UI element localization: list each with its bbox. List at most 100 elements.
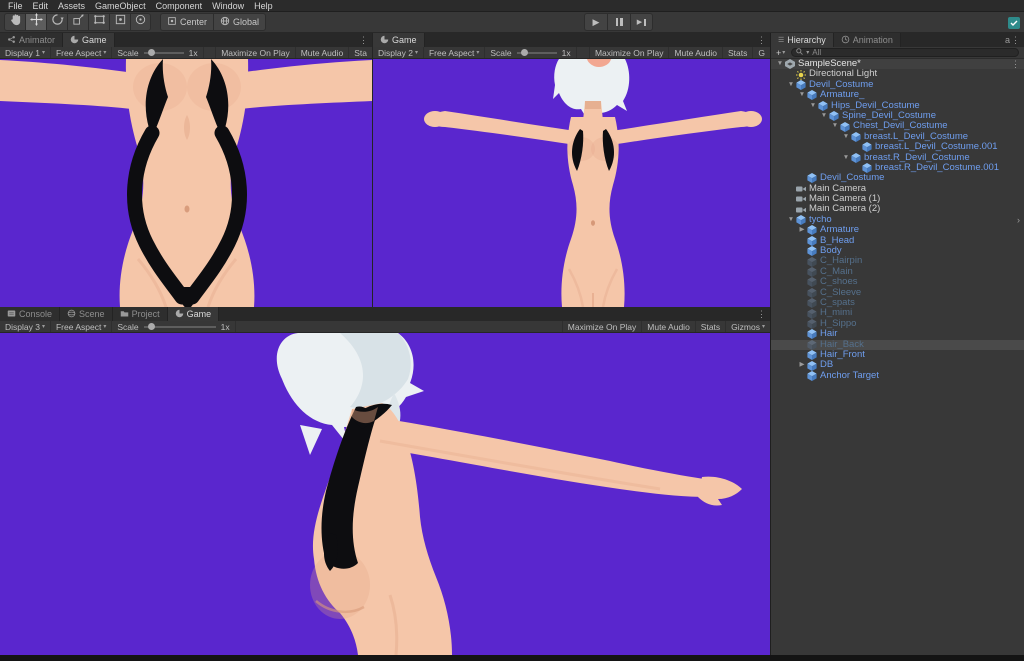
camera-icon: [796, 205, 806, 215]
mute-audio-button-1[interactable]: Mute Audio: [294, 47, 349, 58]
hierarchy-row-c-spats[interactable]: C_spats: [771, 297, 1024, 309]
panel3-menu-icon[interactable]: ⋮: [757, 309, 766, 319]
collab-status-icon[interactable]: [1008, 16, 1020, 29]
tab-console[interactable]: Console: [0, 307, 61, 321]
maximize-on-play-button-3[interactable]: Maximize On Play: [561, 321, 642, 332]
tab-game-1[interactable]: Game: [63, 33, 115, 47]
menu-file[interactable]: File: [3, 1, 28, 11]
hierarchy-row-anchor-target[interactable]: Anchor Target: [771, 370, 1024, 381]
panel1-menu-icon[interactable]: ⋮: [359, 35, 368, 45]
game-viewport-3[interactable]: [0, 333, 770, 655]
play-button[interactable]: ▶: [584, 13, 607, 31]
expander-open-icon[interactable]: ▼: [819, 111, 829, 121]
hierarchy-search-input[interactable]: ▾ All: [791, 48, 1019, 57]
scale-knob-3[interactable]: [147, 323, 155, 330]
step-button[interactable]: ▶: [630, 13, 653, 31]
menu-window[interactable]: Window: [207, 1, 249, 11]
search-filter-caret-icon[interactable]: ▾: [806, 49, 809, 56]
tab-label: Hierarchy: [787, 35, 826, 45]
tab-animation[interactable]: Animation: [833, 33, 901, 47]
hierarchy-row-body[interactable]: Body: [771, 245, 1024, 257]
expander-open-icon[interactable]: ▼: [830, 121, 840, 131]
tab-game-2[interactable]: Game: [373, 33, 425, 47]
gizmos-dropdown-3[interactable]: Gizmos ▾: [725, 321, 770, 332]
hierarchy-row-c-hairpin[interactable]: C_Hairpin: [771, 256, 1024, 267]
stats-button-1[interactable]: Sta: [348, 47, 372, 58]
scene-menu-icon[interactable]: ⋮: [1011, 59, 1020, 69]
hierarchy-row-breast-r-devil-costume-001[interactable]: breast.R_Devil_Costume.001: [771, 162, 1024, 174]
cube-icon: [807, 360, 817, 371]
gizmos-button-2[interactable]: G: [752, 47, 770, 58]
pivot-toggle-button[interactable]: Center: [160, 13, 214, 31]
aspect-dropdown-2[interactable]: Free Aspect ▾: [424, 47, 486, 58]
tab-game-3[interactable]: Game: [167, 307, 220, 321]
expander-open-icon[interactable]: ▼: [841, 132, 851, 142]
scale-knob-1[interactable]: [147, 49, 155, 56]
stats-button-3[interactable]: Stats: [694, 321, 725, 332]
hierarchy-row-hair[interactable]: Hair: [771, 328, 1024, 340]
hierarchy-row-db[interactable]: ▶ DB: [771, 359, 1024, 371]
expander-open-icon[interactable]: ▼: [775, 59, 785, 69]
expander-open-icon[interactable]: ▼: [808, 101, 818, 111]
stats-button-2[interactable]: Stats: [722, 47, 752, 58]
maximize-on-play-button-1[interactable]: Maximize On Play: [215, 47, 295, 58]
hierarchy-row-hair-back[interactable]: Hair_Back: [771, 339, 1024, 350]
menu-edit[interactable]: Edit: [28, 1, 54, 11]
expander-open-icon[interactable]: ▼: [841, 153, 851, 163]
cube-icon: [807, 350, 817, 361]
tab-project[interactable]: Project: [112, 307, 168, 321]
scale-slider-3[interactable]: [143, 323, 216, 330]
hierarchy-row-c-shoes[interactable]: C_shoes: [771, 276, 1024, 288]
maximize-on-play-button-2[interactable]: Maximize On Play: [588, 47, 669, 58]
game-viewport-2[interactable]: [373, 59, 770, 307]
hierarchy-row-hair-front[interactable]: Hair_Front: [771, 349, 1024, 361]
menu-gameobject[interactable]: GameObject: [90, 1, 151, 11]
pause-button[interactable]: [607, 13, 630, 31]
scale-knob-2[interactable]: [520, 49, 528, 56]
expander-open-icon[interactable]: ▼: [786, 215, 796, 225]
tab-hierarchy[interactable]: ☰ Hierarchy: [771, 33, 834, 47]
scale-slider-2[interactable]: [516, 49, 557, 56]
panel2-menu-icon[interactable]: ⋮: [757, 35, 766, 45]
prefab-open-icon[interactable]: ›: [1017, 215, 1020, 225]
rect-tool-button[interactable]: [88, 13, 109, 31]
space-toggle-button[interactable]: Global: [213, 13, 267, 31]
hierarchy-row-devil-costume[interactable]: ▼ Devil_Costume: [771, 79, 1024, 90]
transform-tool-button[interactable]: [109, 13, 130, 31]
aspect-dropdown-3[interactable]: Free Aspect ▾: [51, 321, 113, 332]
hierarchy-row-b-head[interactable]: B_Head: [771, 235, 1024, 246]
tab-scene[interactable]: Scene: [60, 307, 113, 321]
hierarchy-row-armature-[interactable]: ▼ Armature_: [771, 89, 1024, 101]
game-viewport-1[interactable]: [0, 59, 372, 307]
hierarchy-row-armature[interactable]: ▶ Armature: [771, 224, 1024, 236]
expander-open-icon[interactable]: ▼: [786, 80, 796, 90]
rotate-tool-button[interactable]: [46, 13, 67, 31]
display-dropdown-3[interactable]: Display 3 ▾: [0, 321, 51, 332]
hierarchy-row-breast-l-devil-costume-001[interactable]: breast.L_Devil_Costume.001: [771, 141, 1024, 153]
expander-open-icon[interactable]: ▼: [797, 90, 807, 100]
create-object-button[interactable]: + ▾: [771, 47, 788, 58]
display-dropdown-1[interactable]: Display 1 ▾: [0, 47, 51, 58]
mute-audio-button-3[interactable]: Mute Audio: [641, 321, 695, 332]
hierarchy-row-c-sleeve[interactable]: C_Sleeve: [771, 287, 1024, 298]
expander-closed-icon[interactable]: ▶: [797, 360, 807, 370]
hand-tool-button[interactable]: [4, 13, 25, 31]
hierarchy-row-tycho[interactable]: ▼ tycho ›: [771, 214, 1024, 226]
aspect-dropdown-1[interactable]: Free Aspect ▾: [51, 47, 113, 58]
tab-animator[interactable]: Animator: [0, 33, 64, 47]
hierarchy-menu-icon[interactable]: ⋮: [1011, 35, 1020, 45]
menu-component[interactable]: Component: [151, 1, 208, 11]
display-dropdown-2[interactable]: Display 2 ▾: [373, 47, 424, 58]
mute-audio-button-2[interactable]: Mute Audio: [668, 47, 722, 58]
chevron-down-icon: ▾: [41, 324, 45, 330]
menu-assets[interactable]: Assets: [53, 1, 90, 11]
hierarchy-row-h-mimi[interactable]: H_mimi: [771, 307, 1024, 319]
custom-tool-button[interactable]: [130, 13, 151, 31]
hierarchy-row-h-sippo[interactable]: H_Sippo: [771, 318, 1024, 329]
menu-help[interactable]: Help: [249, 1, 278, 11]
hierarchy-row-c-main[interactable]: C_Main: [771, 266, 1024, 277]
move-tool-button[interactable]: [25, 13, 46, 31]
scale-tool-button[interactable]: [67, 13, 88, 31]
scale-slider-1[interactable]: [143, 49, 184, 56]
expander-closed-icon[interactable]: ▶: [797, 225, 807, 235]
